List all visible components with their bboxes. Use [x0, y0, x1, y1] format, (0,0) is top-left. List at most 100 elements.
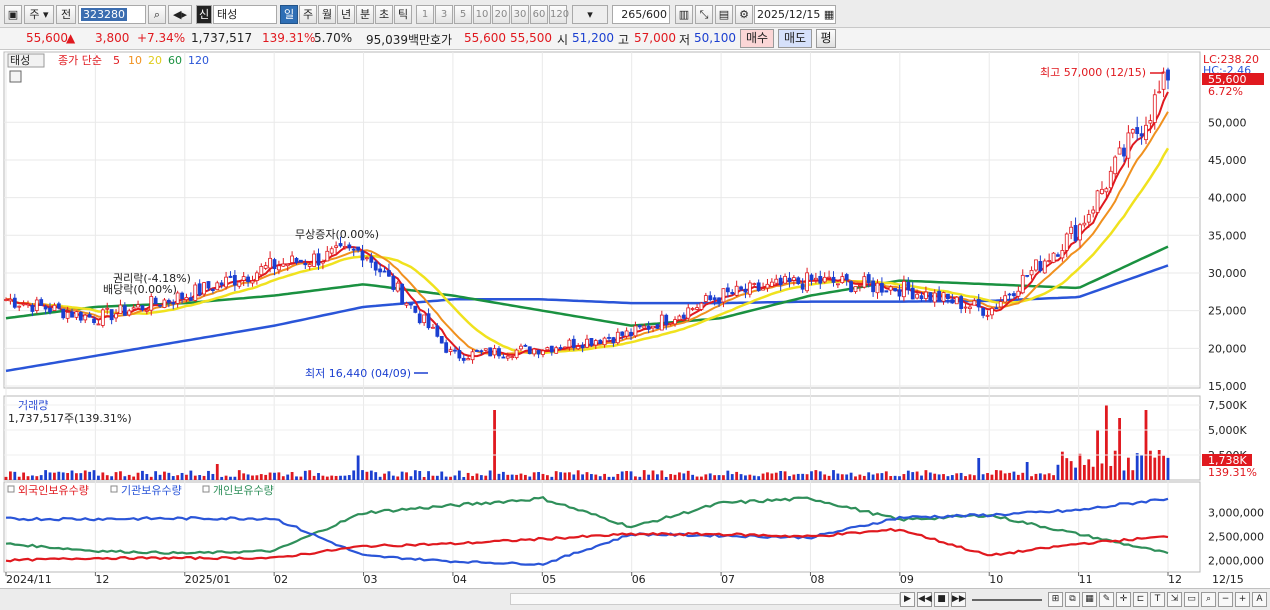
interval-tab-20[interactable]: 20 [492, 5, 510, 24]
volume-bar [1060, 451, 1064, 480]
volume-bar [519, 473, 523, 480]
zoom-search-icon[interactable]: ⌕ [1201, 592, 1216, 607]
scroll-track[interactable] [510, 593, 900, 605]
sell-button[interactable]: 매도 [778, 29, 812, 48]
candle-body [219, 282, 224, 286]
candle-body [118, 304, 123, 314]
interval-tab-10[interactable]: 10 [473, 5, 491, 24]
x-tick-label: 2025/01 [185, 573, 231, 586]
screen-icon[interactable]: ▭ [1184, 592, 1199, 607]
tool-icon[interactable]: ✎ [1099, 592, 1114, 607]
zoom-slider[interactable] [972, 599, 1042, 601]
rewind-icon[interactable]: ◀◀ [917, 592, 932, 607]
candle-body [514, 349, 519, 359]
candle-icon[interactable]: ▥ [675, 5, 693, 24]
interval-tab-120[interactable]: 120 [549, 5, 569, 24]
zoom-in-icon[interactable]: + [1235, 592, 1250, 607]
prev-button[interactable]: 전 [56, 5, 76, 24]
market-select[interactable]: 주 ▾ [24, 5, 54, 24]
volume-bar [435, 475, 439, 480]
volume-bar [378, 476, 382, 480]
search-icon[interactable]: ⌕ [148, 5, 166, 24]
font-size-icon[interactable]: A [1252, 592, 1267, 607]
volume-bar [479, 475, 483, 480]
draw-icon[interactable]: ⤡ [695, 5, 713, 24]
interval-tab-3[interactable]: 3 [435, 5, 453, 24]
sound-icon[interactable]: ◀▸ [168, 5, 192, 24]
credit-badge: 신 [196, 5, 212, 24]
volume-bar [946, 476, 950, 480]
gear-icon[interactable]: ⚙ [735, 5, 753, 24]
interval-tab-30[interactable]: 30 [511, 5, 529, 24]
volume-bar [1109, 465, 1113, 480]
candle-body [915, 293, 920, 299]
volume-bar [1162, 455, 1165, 480]
table-icon[interactable] [9, 70, 22, 83]
volume-bar [145, 474, 149, 480]
volume-bar [61, 472, 65, 480]
save-icon[interactable]: ▤ [715, 5, 733, 24]
date-field[interactable]: 2025/12/15 ▦ [754, 5, 836, 24]
candle-body [681, 314, 686, 319]
interval-tab-1[interactable]: 1 [416, 5, 434, 24]
period-tab-2[interactable]: 월 [318, 5, 336, 24]
volume-bar [501, 471, 505, 480]
volume-bar [708, 473, 712, 480]
candle-body [554, 347, 559, 354]
volume-bar [682, 473, 686, 480]
period-tab-0[interactable]: 일 [280, 5, 298, 24]
volume-bar [594, 474, 598, 480]
candle-body [26, 303, 30, 306]
play-icon[interactable]: ▶ [900, 592, 915, 607]
stock-code-input[interactable]: 323280 [78, 5, 146, 24]
grid-icon[interactable]: ▦ [1082, 592, 1097, 607]
stock-chart[interactable]: 태성 종가 단순 5 10 20 60 120 최고 57,000 (12/15… [0, 50, 1270, 590]
candle-body [1117, 147, 1122, 155]
stock-name-field[interactable]: 태성 [213, 5, 277, 24]
volume-bar [70, 470, 74, 480]
layout-icon[interactable]: ⊞ [1048, 592, 1063, 607]
zoom-out-icon[interactable]: − [1218, 592, 1233, 607]
buy-button[interactable]: 매수 [740, 29, 774, 48]
holdings-legend-label: 기관보유수량 [121, 484, 182, 497]
crosshair-icon[interactable]: ✛ [1116, 592, 1131, 607]
compare-icon[interactable]: ⧉ [1065, 592, 1080, 607]
calendar-icon[interactable]: ▦ [824, 8, 834, 21]
volume-bar [783, 471, 787, 480]
eval-button[interactable]: 평 [816, 29, 836, 48]
candle-body [122, 305, 127, 316]
interval-tab-5[interactable]: 5 [454, 5, 472, 24]
forward-icon[interactable]: ▶▶ [951, 592, 966, 607]
stop-icon[interactable]: ■ [934, 592, 949, 607]
low-price: 50,100 [694, 31, 736, 45]
period-tab-6[interactable]: 틱 [394, 5, 412, 24]
interval-select[interactable]: ▾ [572, 5, 608, 24]
volume-bar [642, 470, 646, 480]
text-tool-icon[interactable]: T [1150, 592, 1165, 607]
ruler-icon[interactable]: ⊏ [1133, 592, 1148, 607]
interval-tab-60[interactable]: 60 [530, 5, 548, 24]
count-field[interactable]: 265/600 [612, 5, 670, 24]
volume-bar [1140, 455, 1143, 480]
period-tab-4[interactable]: 분 [356, 5, 374, 24]
volume-bar [977, 458, 981, 480]
volume-bar [1016, 474, 1020, 480]
window-icon[interactable]: ▣ [4, 5, 22, 24]
period-tab-1[interactable]: 주 [299, 5, 317, 24]
period-tab-5[interactable]: 초 [375, 5, 393, 24]
volume-bar [374, 472, 378, 480]
period-tab-3[interactable]: 년 [337, 5, 355, 24]
volume-bar [259, 474, 263, 480]
candle-body [338, 243, 343, 247]
candle-body [8, 298, 13, 302]
candle-body [470, 351, 475, 361]
export-icon[interactable]: ⇲ [1167, 592, 1182, 607]
candle-body [153, 297, 158, 305]
volume-bar [563, 472, 567, 480]
volume-bar [110, 476, 114, 480]
candle-body [910, 287, 915, 300]
volume-bar [391, 475, 395, 480]
volume-bar [730, 474, 734, 480]
candle-body [959, 296, 964, 309]
volume-bar [405, 472, 408, 480]
